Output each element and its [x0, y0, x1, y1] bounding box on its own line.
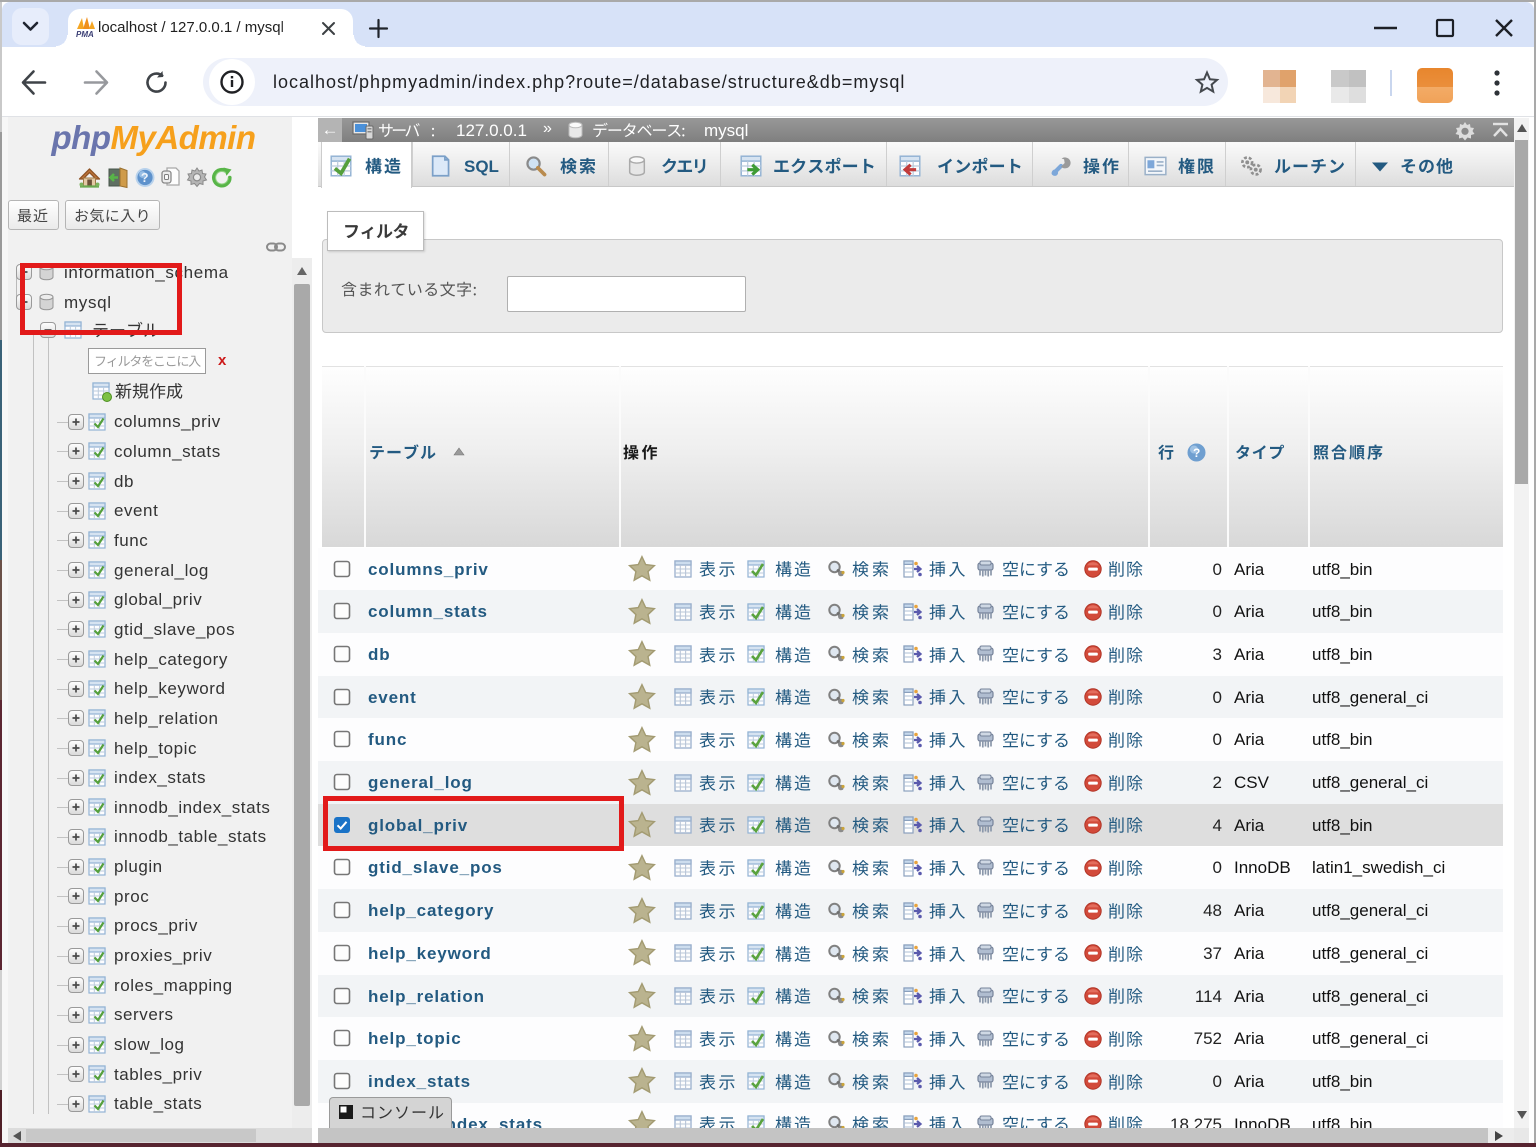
svg-text:?: ?	[1193, 446, 1200, 460]
svg-text:?: ?	[141, 171, 149, 185]
svg-text:PMA: PMA	[76, 30, 94, 39]
